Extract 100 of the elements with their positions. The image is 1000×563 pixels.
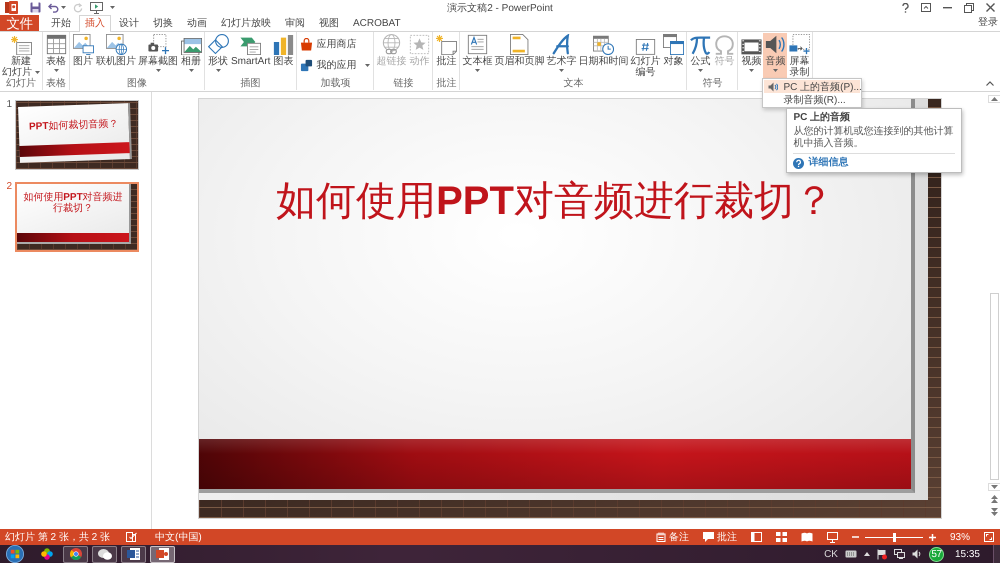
omega-icon [714, 34, 735, 55]
scroll-down-icon [990, 485, 998, 489]
ribbon-tab[interactable]: 切换 [147, 15, 179, 31]
ribbon-button[interactable]: 页眉和页脚 [493, 33, 546, 78]
file-tab[interactable]: 文件 [0, 15, 39, 31]
restore-button[interactable] [961, 0, 977, 14]
show-hidden-button[interactable] [864, 552, 870, 556]
taskbar-button[interactable] [121, 546, 146, 562]
taskbar-button[interactable] [63, 546, 88, 562]
ribbon-button[interactable]: 屏幕录制 [787, 33, 812, 78]
network-button[interactable] [894, 549, 905, 559]
menu-item[interactable]: 录制音频(R)... [764, 93, 860, 106]
new-slide-icon [10, 36, 32, 55]
ribbon-button[interactable]: 形状 [206, 33, 230, 78]
ribbon-button[interactable]: 图表 [271, 33, 296, 78]
flag-icon [876, 548, 887, 560]
ribbon-button[interactable]: SmartArt [230, 33, 272, 78]
ribbon-tab[interactable]: 幻灯片放映 [215, 15, 277, 31]
group-label: 加载项 [319, 78, 352, 90]
ribbon-button[interactable]: 屏幕截图 [137, 33, 179, 78]
scrollbar-thumb[interactable] [990, 293, 998, 480]
sign-in-link[interactable]: 登录 [978, 15, 1000, 31]
spell-check-button[interactable] [124, 532, 140, 542]
next-slide-button[interactable] [988, 507, 1000, 517]
scroll-down-button[interactable] [988, 483, 1000, 491]
ribbon-options-button[interactable] [918, 0, 934, 14]
group-label: 图像 [126, 78, 148, 90]
input-method-indicator[interactable]: CK [824, 548, 838, 560]
group-label: 幻灯片 [5, 78, 37, 90]
ribbon-button[interactable]: 文本框 [461, 33, 494, 78]
ribbon-button[interactable]: 公式 [688, 33, 712, 78]
ribbon-button[interactable]: 视频 [739, 33, 764, 78]
photo-album-icon [180, 38, 202, 55]
ribbon-button[interactable]: 应用商店 [298, 36, 372, 52]
clock[interactable]: 15:35 [954, 548, 980, 560]
volume-button[interactable] [912, 549, 922, 559]
taskbar-button[interactable] [92, 546, 117, 562]
help-icon [902, 2, 909, 12]
film-icon [740, 39, 762, 55]
comments-button[interactable]: 批注 [700, 530, 739, 544]
fit-to-window-button[interactable] [982, 532, 996, 542]
start-button[interactable] [6, 545, 24, 563]
ribbon-button[interactable]: 幻灯片编号 [629, 33, 662, 78]
ribbon-button[interactable]: 对象 [661, 33, 686, 78]
ribbon-button[interactable]: 图片 [71, 33, 95, 78]
zoom-in-button[interactable] [926, 534, 938, 540]
keyboard-button[interactable] [844, 550, 857, 558]
ribbon-button[interactable]: 日期和时间 [577, 33, 630, 78]
start-slideshow-button[interactable] [87, 0, 106, 14]
app-logo-icon[interactable] [5, 1, 18, 14]
taskbar-button[interactable] [150, 546, 175, 562]
ribbon-button[interactable]: 音频 [763, 33, 788, 78]
zoom-level[interactable]: 93% [948, 532, 972, 542]
zoom-slider-thumb[interactable] [892, 532, 896, 542]
start-orb-icon [6, 545, 24, 563]
group-label: 链接 [392, 78, 414, 90]
slide-sorter-icon [776, 532, 787, 542]
pi-icon [690, 34, 711, 55]
zoom-in-icon [928, 534, 936, 540]
bar-chart-icon [272, 34, 294, 55]
undo-icon [48, 2, 59, 12]
slide-thumbnail[interactable]: 如何使用PPT对音频进行裁切？ [15, 182, 139, 252]
ribbon-tab[interactable]: 动画 [181, 15, 213, 31]
ribbon-button[interactable]: 相册 [179, 33, 203, 78]
previous-slide-icon [990, 495, 998, 503]
ribbon-button[interactable]: 我的应用 [298, 57, 372, 73]
slide-thumbnail[interactable]: PPT如何裁切音频？ [15, 100, 139, 170]
scroll-up-button[interactable] [988, 95, 1000, 103]
slide-sorter-button[interactable] [774, 532, 789, 542]
ribbon-tab[interactable]: 插入 [79, 15, 111, 32]
pinwheel-icon [40, 548, 52, 560]
collapse-ribbon-icon [986, 81, 994, 86]
ribbon-button[interactable]: 联机图片 [95, 33, 137, 78]
ribbon-tab[interactable]: 开始 [45, 15, 77, 31]
screen-record-icon [788, 34, 810, 55]
document-icon [127, 548, 140, 560]
ribbon-button[interactable]: 新建幻灯片 [1, 33, 41, 78]
show-hidden-icon [864, 552, 870, 556]
menu-item[interactable]: PC 上的音频(P)... [764, 80, 860, 93]
ribbon-button[interactable]: 艺术字 [545, 33, 578, 78]
tooltip-text: 从您的计算机或您连接到的其他计算机中插入音频。 [793, 126, 954, 150]
learn-more-link[interactable]: 详细信息 [808, 157, 848, 169]
ribbon-button[interactable]: 表格 [44, 33, 68, 78]
notes-button[interactable]: 备注 [654, 530, 691, 544]
screen-icon [826, 532, 838, 542]
close-button[interactable] [983, 0, 998, 14]
ribbon-tab[interactable]: 视图 [313, 15, 345, 31]
previous-slide-button[interactable] [988, 494, 1000, 504]
flag-button[interactable] [876, 548, 887, 560]
ribbon-tab[interactable]: 审阅 [279, 15, 311, 31]
ribbon-tab[interactable]: 设计 [113, 15, 145, 31]
keyboard-icon [844, 550, 857, 558]
normal-view-button[interactable] [748, 532, 764, 542]
ribbon-button[interactable]: 批注 [434, 33, 458, 78]
thumbnail-title: PPT如何裁切音频？ [28, 118, 120, 133]
reading-view-button[interactable] [798, 532, 815, 542]
slideshow-button[interactable] [824, 532, 840, 542]
ribbon-tab[interactable]: ACROBAT [347, 15, 407, 31]
language-button[interactable]: 中文(中国) [153, 530, 204, 544]
help-circle-icon [793, 158, 804, 168]
